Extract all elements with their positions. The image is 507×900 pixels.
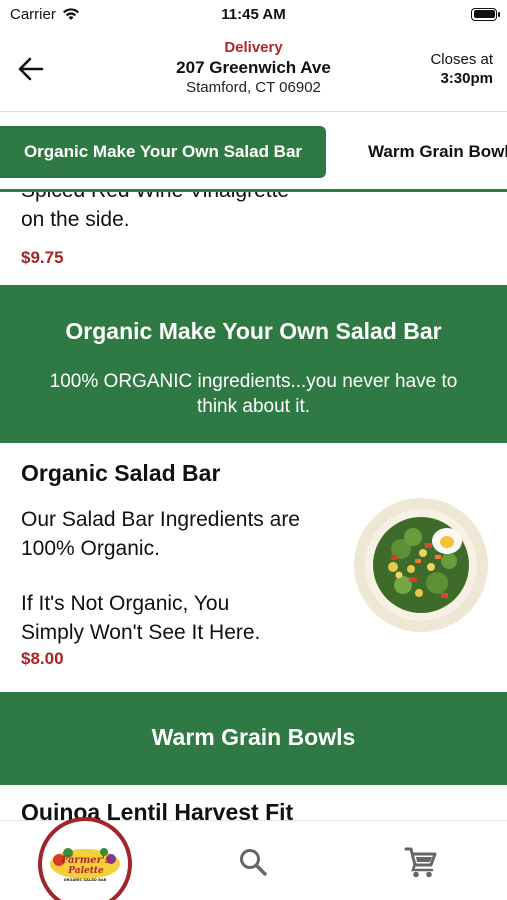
- closing-time: Closes at 3:30pm: [430, 50, 493, 88]
- item-name: Quinoa Lentil Harvest Fit: [21, 799, 294, 820]
- menu-item[interactable]: Quinoa Lentil Harvest Fit: [0, 785, 507, 820]
- tab-warm-grain-bowls[interactable]: Warm Grain Bowls: [368, 126, 507, 178]
- tab-organic-salad-bar[interactable]: Organic Make Your Own Salad Bar: [0, 126, 326, 178]
- item-price: $9.75: [21, 248, 64, 267]
- logo-text-line2: Palette: [67, 866, 104, 876]
- bottom-nav: Farmer's Palette ORGANIC SALAD BAR: [0, 817, 507, 900]
- farmers-palette-logo: Farmer's Palette ORGANIC SALAD BAR: [50, 848, 120, 882]
- menu-item[interactable]: Spiced Red Wine Vinaigrette on the side.…: [21, 192, 481, 268]
- section-subtitle: think about it.: [196, 396, 311, 417]
- home-logo-button[interactable]: Farmer's Palette ORGANIC SALAD BAR: [38, 817, 132, 900]
- status-time: 11:45 AM: [221, 5, 286, 23]
- item-description-line: 100% Organic.: [21, 537, 160, 560]
- delivery-mode-label: Delivery: [224, 39, 283, 56]
- back-button[interactable]: [14, 52, 48, 86]
- item-description-line: on the side.: [21, 208, 130, 231]
- delivery-address[interactable]: Delivery 207 Greenwich Ave Stamford, CT …: [120, 39, 387, 98]
- section-title: Warm Grain Bowls: [151, 724, 356, 750]
- section-header: Organic Make Your Own Salad Bar 100% ORG…: [0, 285, 507, 443]
- section-header: Warm Grain Bowls: [0, 692, 507, 785]
- back-arrow-icon: [18, 57, 44, 81]
- category-tabs: Organic Make Your Own Salad Bar Warm Gra…: [0, 112, 507, 192]
- address-city: Stamford, CT 06902: [186, 79, 321, 96]
- header: Delivery 207 Greenwich Ave Stamford, CT …: [0, 28, 507, 112]
- cart-button[interactable]: [404, 845, 438, 879]
- search-icon: [240, 849, 267, 876]
- address-street: 207 Greenwich Ave: [176, 58, 331, 77]
- search-button[interactable]: [238, 847, 268, 877]
- salad-bowl-image: [354, 498, 488, 632]
- closes-label: Closes at: [430, 51, 493, 68]
- section-subtitle: 100% ORGANIC ingredients...you never hav…: [49, 371, 458, 392]
- item-description-line: If It's Not Organic, You: [21, 592, 230, 615]
- logo-tagline: ORGANIC SALAD BAR: [64, 878, 107, 882]
- battery-icon: [471, 7, 500, 21]
- logo-text-line1: Farmer's: [60, 855, 111, 866]
- item-description-line: Spiced Red Wine Vinaigrette: [21, 192, 481, 205]
- item-name: Organic Salad Bar: [21, 460, 221, 486]
- item-description-line: Simply Won't See It Here.: [21, 621, 261, 644]
- item-price: $8.00: [21, 649, 64, 668]
- item-description: Our Salad Bar Ingredients are 100% Organ…: [21, 505, 341, 647]
- cart-icon: [404, 847, 437, 878]
- menu-item[interactable]: Organic Salad Bar Our Salad Bar Ingredie…: [0, 443, 507, 692]
- closes-time: 3:30pm: [440, 70, 493, 87]
- menu-list[interactable]: Spiced Red Wine Vinaigrette on the side.…: [0, 192, 507, 820]
- item-description-line: Our Salad Bar Ingredients are: [21, 508, 300, 531]
- status-bar: Carrier 11:45 AM: [0, 0, 507, 28]
- section-title: Organic Make Your Own Salad Bar: [65, 318, 442, 344]
